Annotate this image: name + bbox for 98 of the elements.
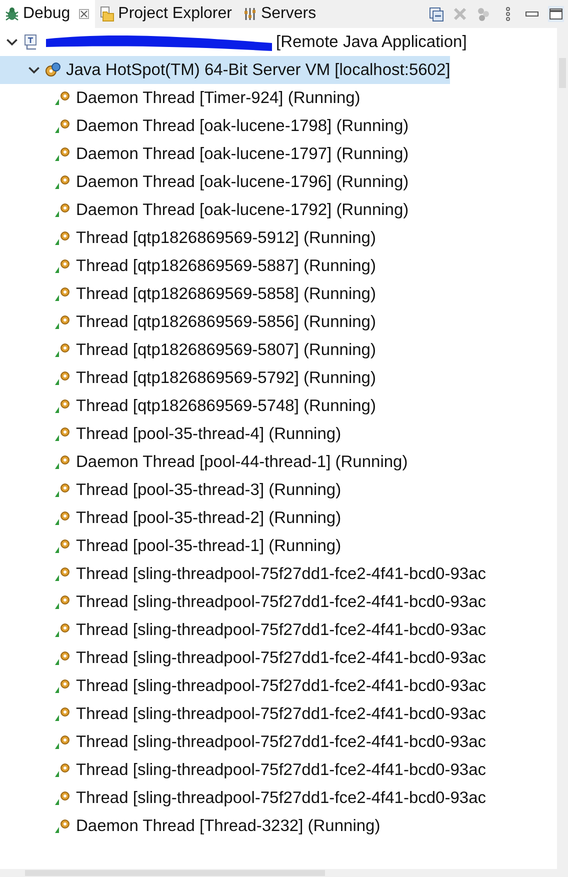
running-thread-icon xyxy=(54,146,72,162)
running-thread-icon xyxy=(54,286,72,302)
running-thread-icon xyxy=(54,762,72,778)
running-thread-icon xyxy=(54,622,72,638)
tree-label: Java HotSpot(TM) 64-Bit Server VM [localhost:5602] xyxy=(66,60,450,80)
maximize-icon[interactable] xyxy=(548,6,564,22)
tree-label: Thread [qtp1826869569-5807] (Running) xyxy=(76,340,376,360)
tree-row[interactable]: Daemon Thread [Thread-3232] (Running) xyxy=(0,812,380,840)
tree-row[interactable]: Daemon Thread [pool-44-thread-1] (Running) xyxy=(0,448,408,476)
running-thread-icon xyxy=(54,678,72,694)
running-thread-icon xyxy=(54,454,72,470)
running-thread-icon xyxy=(54,510,72,526)
running-thread-icon xyxy=(54,258,72,274)
tree-row[interactable]: Thread [sling-threadpool-75f27dd1-fce2-4f41-bcd0-93ac xyxy=(0,700,486,728)
running-thread-icon xyxy=(54,230,72,246)
tree-label: Thread [sling-threadpool-75f27dd1-fce2-4f41-bcd0-93ac xyxy=(76,648,486,668)
tree-label: Thread [qtp1826869569-5887] (Running) xyxy=(76,256,376,276)
view-tab[interactable]: Debug xyxy=(0,0,96,28)
tree-label: Daemon Thread [pool-44-thread-1] (Running) xyxy=(76,452,408,472)
tree-label: Thread [sling-threadpool-75f27dd1-fce2-4f41-bcd0-93ac xyxy=(76,788,486,808)
tree-label: Thread [sling-threadpool-75f27dd1-fce2-4f41-bcd0-93ac xyxy=(76,760,486,780)
running-thread-icon xyxy=(54,734,72,750)
running-thread-icon xyxy=(54,650,72,666)
tree-label: Thread [sling-threadpool-75f27dd1-fce2-4f41-bcd0-93ac xyxy=(76,704,486,724)
running-thread-icon xyxy=(54,90,72,106)
tree-label: Daemon Thread [oak-lucene-1797] (Running) xyxy=(76,144,409,164)
tree-label: Thread [sling-threadpool-75f27dd1-fce2-4f41-bcd0-93ac xyxy=(76,620,486,640)
tree-row[interactable]: [Remote Java Application] xyxy=(0,28,467,56)
tree-row[interactable]: Daemon Thread [oak-lucene-1796] (Running) xyxy=(0,168,409,196)
tree-row[interactable]: Daemon Thread [oak-lucene-1792] (Running) xyxy=(0,196,409,224)
tree-label: Thread [qtp1826869569-5856] (Running) xyxy=(76,312,376,332)
running-thread-icon xyxy=(54,202,72,218)
chevron-down-icon[interactable] xyxy=(6,36,18,48)
tree-label: Daemon Thread [Thread-3232] (Running) xyxy=(76,816,380,836)
tree-row[interactable]: Thread [qtp1826869569-5792] (Running) xyxy=(0,364,376,392)
sliders-icon xyxy=(242,6,258,22)
tree-row[interactable]: Thread [qtp1826869569-5807] (Running) xyxy=(0,336,376,364)
tree-label: Thread [qtp1826869569-5792] (Running) xyxy=(76,368,376,388)
tree-row[interactable]: Thread [qtp1826869569-5856] (Running) xyxy=(0,308,376,336)
tree-row[interactable]: Thread [qtp1826869569-5858] (Running) xyxy=(0,280,376,308)
tree-row[interactable]: Thread [pool-35-thread-1] (Running) xyxy=(0,532,342,560)
tree-row[interactable]: Thread [pool-35-thread-2] (Running) xyxy=(0,504,342,532)
tree-label: Daemon Thread [oak-lucene-1796] (Running) xyxy=(76,172,409,192)
tree-label: [Remote Java Application] xyxy=(276,32,467,52)
tree-label: Thread [pool-35-thread-1] (Running) xyxy=(76,536,342,556)
tree-label: Thread [qtp1826869569-5858] (Running) xyxy=(76,284,376,304)
tree-row[interactable]: Thread [sling-threadpool-75f27dd1-fce2-4f41-bcd0-93ac xyxy=(0,756,486,784)
tree-row[interactable]: Thread [qtp1826869569-5748] (Running) xyxy=(0,392,376,420)
tree-label: Thread [qtp1826869569-5912] (Running) xyxy=(76,228,376,248)
tree-row[interactable]: Daemon Thread [Timer-924] (Running) xyxy=(0,84,360,112)
tree-row[interactable]: Java HotSpot(TM) 64-Bit Server VM [localhost:5602] xyxy=(0,56,450,84)
running-thread-icon xyxy=(54,314,72,330)
running-thread-icon xyxy=(54,818,72,834)
tree-row[interactable]: Thread [sling-threadpool-75f27dd1-fce2-4f41-bcd0-93ac xyxy=(0,560,486,588)
running-thread-icon xyxy=(54,398,72,414)
tree-row[interactable]: Thread [sling-threadpool-75f27dd1-fce2-4f41-bcd0-93ac xyxy=(0,616,486,644)
tree-label: Thread [sling-threadpool-75f27dd1-fce2-4f41-bcd0-93ac xyxy=(76,676,486,696)
tree-row[interactable]: Thread [pool-35-thread-3] (Running) xyxy=(0,476,342,504)
tree-label: Thread [qtp1826869569-5748] (Running) xyxy=(76,396,376,416)
tree-label: Thread [pool-35-thread-2] (Running) xyxy=(76,508,342,528)
collapse-all-icon[interactable] xyxy=(428,6,444,22)
gears-icon xyxy=(44,61,62,79)
tree-label: Thread [sling-threadpool-75f27dd1-fce2-4f41-bcd0-93ac xyxy=(76,732,486,752)
close-icon[interactable] xyxy=(79,9,90,19)
running-thread-icon xyxy=(54,174,72,190)
tree-label: Daemon Thread [oak-lucene-1792] (Running) xyxy=(76,200,409,220)
folder-icon xyxy=(99,6,116,22)
tree-row[interactable]: Thread [qtp1826869569-5912] (Running) xyxy=(0,224,376,252)
running-thread-icon xyxy=(54,790,72,806)
tree-label: Thread [sling-threadpool-75f27dd1-fce2-4f41-bcd0-93ac xyxy=(76,592,486,612)
view-tab[interactable]: Project Explorer xyxy=(95,0,238,28)
tree-label: Daemon Thread [oak-lucene-1798] (Running) xyxy=(76,116,409,136)
tree-row[interactable]: Daemon Thread [oak-lucene-1798] (Running) xyxy=(0,112,409,140)
running-thread-icon xyxy=(54,594,72,610)
running-thread-icon xyxy=(54,538,72,554)
tree-label: Daemon Thread [Timer-924] (Running) xyxy=(76,88,360,108)
running-thread-icon xyxy=(54,706,72,722)
running-thread-icon xyxy=(54,342,72,358)
running-thread-icon xyxy=(54,566,72,582)
tree-row[interactable]: Thread [qtp1826869569-5887] (Running) xyxy=(0,252,376,280)
tree-label: Thread [pool-35-thread-4] (Running) xyxy=(76,424,342,444)
chevron-down-icon[interactable] xyxy=(28,64,40,76)
running-thread-icon xyxy=(54,118,72,134)
running-thread-icon xyxy=(54,482,72,498)
tree-label: Thread [sling-threadpool-75f27dd1-fce2-4f41-bcd0-93ac xyxy=(76,564,486,584)
tree-row[interactable]: Thread [sling-threadpool-75f27dd1-fce2-4f41-bcd0-93ac xyxy=(0,784,486,812)
bug-icon xyxy=(4,6,20,22)
tree-label: Thread [pool-35-thread-3] (Running) xyxy=(76,480,342,500)
horizontal-scrollbar[interactable] xyxy=(0,869,568,877)
running-thread-icon xyxy=(54,426,72,442)
tree-row[interactable]: Thread [pool-35-thread-4] (Running) xyxy=(0,420,342,448)
tree-row[interactable]: Daemon Thread [oak-lucene-1797] (Running) xyxy=(0,140,409,168)
tree-row[interactable]: Thread [sling-threadpool-75f27dd1-fce2-4f41-bcd0-93ac xyxy=(0,672,486,700)
tree-row[interactable]: Thread [sling-threadpool-75f27dd1-fce2-4f41-bcd0-93ac xyxy=(0,644,486,672)
running-thread-icon xyxy=(54,370,72,386)
tree-row[interactable]: Thread [sling-threadpool-75f27dd1-fce2-4f41-bcd0-93ac xyxy=(0,728,486,756)
tree-row[interactable]: Thread [sling-threadpool-75f27dd1-fce2-4f41-bcd0-93ac xyxy=(0,588,486,616)
view-tab[interactable]: Servers xyxy=(238,0,322,28)
